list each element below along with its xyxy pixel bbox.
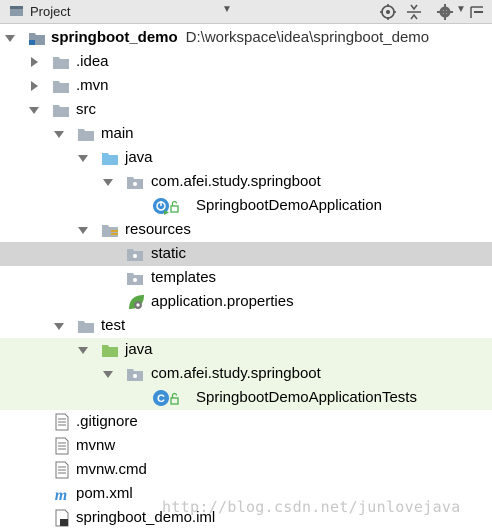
tree-item-label: test [101,317,126,334]
tree-item-app-properties[interactable]: application.properties [0,290,492,314]
package-icon [127,369,143,381]
gear-icon[interactable] [436,3,454,21]
expanded-arrow-icon[interactable] [29,105,39,115]
spring-boot-class-icon [153,198,169,215]
tree-item-main-java[interactable]: java [0,146,492,170]
dropdown-icon[interactable]: ▼ [222,4,232,15]
tree-item-label: mvnw [76,437,116,454]
tree-item-src[interactable]: src [0,98,492,122]
folder-icon [53,57,69,69]
folder-icon [127,249,143,261]
tree-item-idea[interactable]: .idea [0,50,492,74]
lock-icon [170,200,179,213]
tree-item-mvnw-cmd[interactable]: mvnw.cmd [0,458,492,482]
expanded-arrow-icon[interactable] [54,321,64,331]
tree-item-label: application.properties [151,293,294,310]
tree-item-mvnw[interactable]: mvnw [0,434,492,458]
tree-item-label: src [76,101,96,118]
text-file-icon [55,413,69,431]
expanded-arrow-icon[interactable] [78,345,88,355]
test-folder-icon [102,345,118,357]
tree-item-label: mvnw.cmd [76,461,147,478]
root-name: springboot_demo [51,29,178,46]
tree-item-label: com.afei.study.springboot [151,365,321,382]
package-icon [127,177,143,189]
tree-item-label: .idea [76,53,109,70]
tree-item-test-java[interactable]: java [0,338,492,362]
tree-item-label: resources [125,221,191,238]
folder-icon [53,105,69,117]
module-file-icon [55,509,69,527]
tree-item-label: main [101,125,134,142]
class-icon: C [153,390,169,406]
expanded-arrow-icon[interactable] [103,369,113,379]
resources-folder-icon [102,225,118,237]
tree-item-label: static [151,245,187,262]
project-icon [10,6,23,16]
collapse-icon[interactable] [405,3,423,21]
tree-item-root[interactable]: springboot_demo D:\workspace\idea\springb… [0,26,492,50]
project-toolbar: Project ▼ ▼ [0,0,492,24]
tree-item-mvn[interactable]: .mvn [0,74,492,98]
tree-item-templates[interactable]: templates [0,266,492,290]
expanded-arrow-icon[interactable] [78,225,88,235]
tree-item-label: SpringbootDemoApplicationTests [196,389,417,406]
maven-icon: m [55,487,67,503]
folder-icon [78,129,94,141]
expanded-arrow-icon[interactable] [54,129,64,139]
expanded-arrow-icon[interactable] [103,177,113,187]
folder-icon [53,81,69,93]
svg-text:m: m [55,487,67,503]
tree-item-label: java [125,149,153,166]
module-folder-icon [29,33,45,45]
tree-item-static[interactable]: static [0,242,492,266]
collapsed-arrow-icon[interactable] [29,57,39,67]
folder-icon [78,321,94,333]
tree-item-resources[interactable]: resources [0,218,492,242]
toolbar-title[interactable]: Project [30,4,70,19]
collapsed-arrow-icon[interactable] [29,81,39,91]
watermark: http://blog.csdn.net/junlovejava [162,498,461,516]
tree-item-label: com.afei.study.springboot [151,173,321,190]
tree-item-main-package[interactable]: com.afei.study.springboot [0,170,492,194]
folder-icon [127,273,143,285]
target-icon[interactable] [379,3,397,21]
tree-item-label: pom.xml [76,485,133,502]
expanded-arrow-icon[interactable] [5,33,15,43]
svg-text:C: C [157,393,165,405]
tree-item-label: .gitignore [76,413,138,430]
text-file-icon [55,461,69,479]
hide-icon[interactable] [468,3,486,21]
tree-item-main[interactable]: main [0,122,492,146]
root-path: D:\workspace\idea\springboot_demo [185,29,430,46]
source-folder-icon [102,153,118,165]
tree-item-label: java [125,341,153,358]
spring-leaf-icon [129,295,144,309]
lock-icon [170,392,179,405]
text-file-icon [55,437,69,455]
gear-dropdown-icon[interactable]: ▼ [456,4,466,15]
expanded-arrow-icon[interactable] [78,153,88,163]
tree-item-label: SpringbootDemoApplication [196,197,382,214]
tree-item-label: templates [151,269,217,286]
tree-item-test-package[interactable]: com.afei.study.springboot [0,362,492,386]
tree-item-gitignore[interactable]: .gitignore [0,410,492,434]
tree-item-app-class[interactable]: SpringbootDemoApplication [0,194,492,218]
tree-item-test-class[interactable]: C SpringbootDemoApplicationTests [0,386,492,410]
tree-item-label: .mvn [76,77,109,94]
tree-item-test[interactable]: test [0,314,492,338]
